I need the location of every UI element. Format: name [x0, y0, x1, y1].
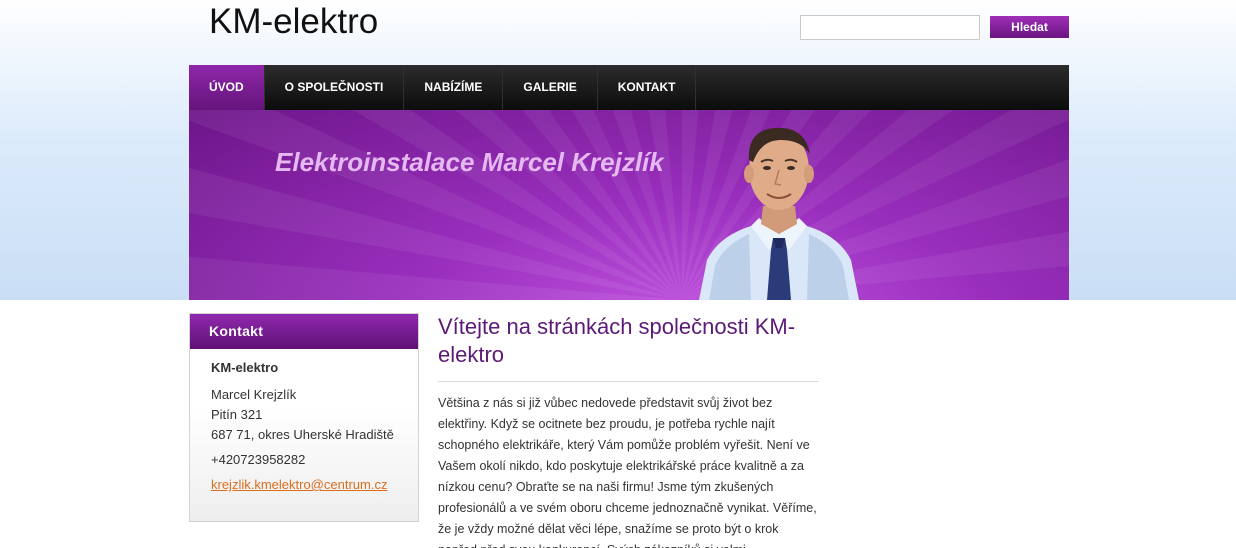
nav-item-o-spolecnosti[interactable]: O SPOLEČNOSTI — [265, 65, 405, 110]
search-input[interactable] — [800, 15, 980, 40]
contact-name: Marcel Krejzlík — [211, 387, 297, 402]
search-button[interactable]: Hledat — [990, 16, 1069, 38]
nav-item-uvod[interactable]: ÚVOD — [189, 65, 265, 110]
main-navigation: ÚVOD O SPOLEČNOSTI NABÍZÍME GALERIE KONT… — [189, 65, 1069, 110]
page-title: Vítejte na stránkách společnosti KM-elek… — [438, 314, 796, 367]
contact-company: KM-elektro — [211, 360, 279, 375]
contact-box: Kontakt KM-elektro Marcel Krejzlík Pitín… — [189, 313, 419, 522]
banner-title: Elektroinstalace Marcel Krejzlík — [275, 147, 664, 177]
intro-text: Většina z nás si již vůbec nedovede před… — [438, 396, 817, 548]
header-banner: Elektroinstalace Marcel Krejzlík — [189, 110, 1069, 300]
contact-details: KM-elektro Marcel Krejzlík Pitín 321 687… — [190, 349, 418, 495]
contact-phone: +420723958282 — [211, 452, 306, 467]
nav-item-kontakt[interactable]: KONTAKT — [598, 65, 697, 110]
nav-item-galerie[interactable]: GALERIE — [503, 65, 598, 110]
electrician-photo — [699, 127, 859, 300]
page-wrapper: KM-elektro Hledat ÚVOD O SPOLEČNOSTI NAB… — [189, 0, 1069, 548]
main-content: Vítejte na stránkách společnosti KM-elek… — [438, 313, 819, 548]
site-title[interactable]: KM-elektro — [209, 2, 378, 42]
title-divider — [438, 381, 819, 382]
contact-street: Pitín 321 — [211, 407, 263, 422]
nav-item-nabizime[interactable]: NABÍZÍME — [404, 65, 504, 110]
contact-city: 687 71, okres Uherské Hradiště — [211, 427, 394, 442]
contact-heading: Kontakt — [190, 314, 418, 349]
contact-email-link[interactable]: krejzlik.kmelektro@centrum.cz — [211, 475, 418, 495]
